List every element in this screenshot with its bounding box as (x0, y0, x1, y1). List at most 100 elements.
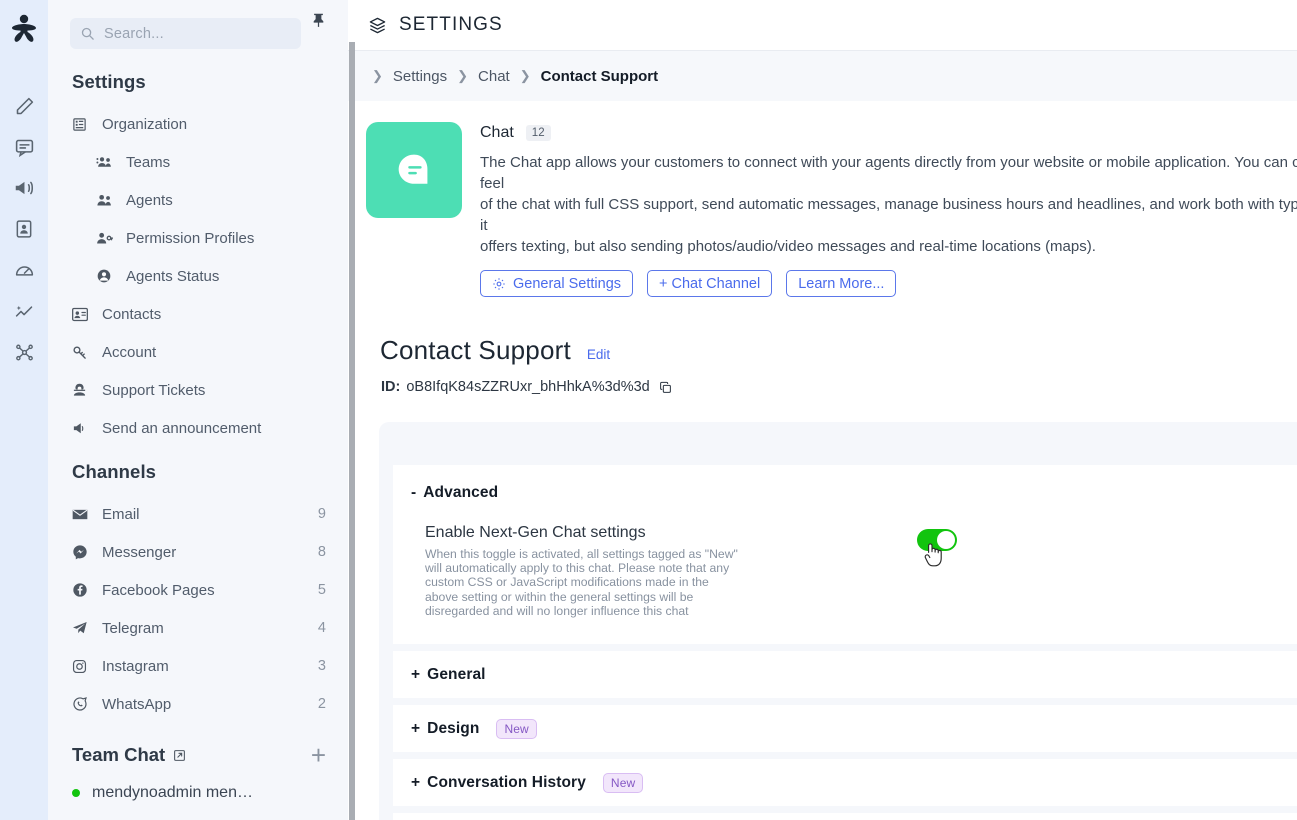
team-chat-header: Team Chat + (48, 728, 348, 776)
rail-item-integrations[interactable] (7, 332, 41, 372)
section-divider (393, 752, 1297, 760)
sidebar-item-teams[interactable]: Teams (48, 143, 348, 181)
page-topbar: SETTINGS (348, 0, 1297, 51)
organization-icon (72, 117, 94, 132)
instagram-icon (72, 659, 94, 674)
entity-title: Contact Support (380, 335, 571, 365)
section-advanced-header[interactable]: - Advanced (393, 465, 1297, 502)
sidebar-item-label: Email (102, 505, 140, 523)
add-team-chat-button[interactable]: + (311, 742, 326, 768)
sidebar-item-label: Contacts (102, 305, 162, 323)
chat-bubble-app-icon (366, 122, 462, 218)
add-chat-channel-button[interactable]: + Chat Channel (647, 270, 773, 297)
team-chat-user-item[interactable]: mendynoadmin men… (48, 776, 348, 802)
section-title: General (427, 665, 486, 683)
sidebar-item-whatsapp[interactable]: WhatsApp 2 (48, 685, 348, 723)
support-ticket-icon (72, 382, 94, 398)
setting-enable-next-gen-chat: Enable Next-Gen Chat settings When this … (393, 502, 1297, 644)
facebook-icon (72, 582, 94, 598)
team-chat-title: Team Chat (72, 744, 166, 765)
toggle-knob (937, 531, 955, 549)
app-root: Search... Settings Organization Teams Ag… (0, 0, 1297, 820)
sidebar-section-settings-title: Settings (72, 71, 146, 92)
sidebar-item-label: Teams (126, 153, 171, 171)
setting-text: Enable Next-Gen Chat settings When this … (425, 524, 855, 618)
sidebar-item-label: Facebook Pages (102, 581, 215, 599)
search-icon (80, 26, 95, 41)
sidebar-item-agents[interactable]: Agents (48, 181, 348, 219)
sidebar-item-label: Organization (102, 115, 188, 133)
sidebar-item-email[interactable]: Email 9 (48, 495, 348, 533)
agent-status-icon (96, 268, 118, 284)
main-scrollbar[interactable] (349, 42, 355, 820)
sidebar-item-organization[interactable]: Organization (48, 105, 348, 143)
search-row: Search... (48, 0, 348, 49)
rail-item-analytics[interactable] (7, 291, 41, 331)
learn-more-button[interactable]: Learn More... (786, 270, 897, 297)
settings-content: Chat 12 The Chat app allows your custome… (348, 101, 1297, 820)
sidebar-item-label: Agents (126, 191, 173, 209)
breadcrumb-item-chat[interactable]: Chat (478, 68, 510, 85)
section-design-header[interactable]: + Design New (393, 705, 1297, 752)
next-gen-chat-toggle[interactable] (917, 529, 957, 551)
chevron-right-icon: ❯ (372, 68, 383, 83)
sidebar-item-support-tickets[interactable]: Support Tickets (48, 371, 348, 409)
rail-item-campaigns[interactable] (7, 168, 41, 208)
section-conversation-history-header[interactable]: + Conversation History New (393, 759, 1297, 806)
sidebar-item-contacts[interactable]: Contacts (48, 295, 348, 333)
sidebar-item-agents-status[interactable]: Agents Status (48, 257, 348, 295)
rail-item-contacts[interactable] (7, 209, 41, 249)
sidebar-item-messenger[interactable]: Messenger 8 (48, 533, 348, 571)
pin-icon[interactable] (311, 12, 326, 28)
main-content: SETTINGS ❯ Settings ❯ Chat ❯ Contact Sup… (348, 0, 1297, 820)
general-settings-button[interactable]: General Settings (480, 270, 634, 297)
sidebar-item-count: 5 (317, 582, 326, 598)
expand-sign: + (411, 773, 421, 791)
sidebar-item-send-announcement[interactable]: Send an announcement (48, 409, 348, 447)
sidebar-item-account[interactable]: Account (48, 333, 348, 371)
messenger-icon (72, 544, 94, 560)
new-badge: New (496, 718, 537, 739)
section-sla-header[interactable]: + SLA (393, 813, 1297, 820)
sidebar-nav: Settings Organization Teams Agents Permi… (48, 63, 348, 763)
sidebar-item-label: Send an announcement (102, 419, 262, 437)
rail-item-conversations[interactable] (7, 127, 41, 167)
section-divider (393, 806, 1297, 814)
icon-rail (0, 0, 48, 820)
sidebar-item-permission-profiles[interactable]: Permission Profiles (48, 219, 348, 257)
gear-icon (492, 277, 506, 291)
chevron-right-icon: ❯ (457, 68, 469, 83)
rail-item-dashboard[interactable] (7, 250, 41, 290)
telegram-icon (72, 620, 94, 636)
breadcrumb-item-settings[interactable]: Settings (393, 68, 447, 85)
sidebar-item-telegram[interactable]: Telegram 4 (48, 609, 348, 647)
sidebar-item-label: Permission Profiles (126, 229, 255, 247)
search-input[interactable]: Search... (70, 18, 301, 49)
sidebar-item-label: Instagram (102, 657, 169, 675)
section-title: Design (427, 719, 480, 737)
expand-sign: + (411, 719, 421, 737)
section-title: Advanced (423, 484, 499, 501)
sidebar-item-instagram[interactable]: Instagram 3 (48, 647, 348, 685)
sidebar-item-label: Account (102, 343, 157, 361)
breadcrumb: ❯ Settings ❯ Chat ❯ Contact Support (348, 51, 1297, 101)
app-count-badge: 12 (525, 125, 551, 141)
email-icon (72, 508, 94, 521)
edit-link[interactable]: Edit (587, 347, 610, 362)
section-general-header[interactable]: + General (393, 651, 1297, 698)
sidebar-item-facebook-pages[interactable]: Facebook Pages 5 (48, 571, 348, 609)
sidebar-item-count: 3 (317, 658, 326, 674)
app-description: The Chat app allows your customers to co… (480, 154, 1297, 255)
rail-item-compose[interactable] (7, 86, 41, 126)
add-chat-channel-label: + Chat Channel (659, 275, 761, 292)
whatsapp-icon (72, 696, 94, 712)
external-link-icon[interactable] (173, 749, 186, 762)
copy-icon[interactable] (659, 381, 672, 394)
toggle-wrap (917, 524, 957, 567)
app-logo-icon[interactable] (8, 10, 40, 48)
sidebar-item-label: Messenger (102, 543, 177, 561)
sidebar-item-count: 2 (317, 696, 326, 712)
section-conversation-history: + Conversation History New (393, 759, 1297, 807)
page-title: SETTINGS (399, 14, 503, 35)
settings-sections-card: - Advanced Enable Next-Gen Chat settings… (379, 422, 1297, 820)
